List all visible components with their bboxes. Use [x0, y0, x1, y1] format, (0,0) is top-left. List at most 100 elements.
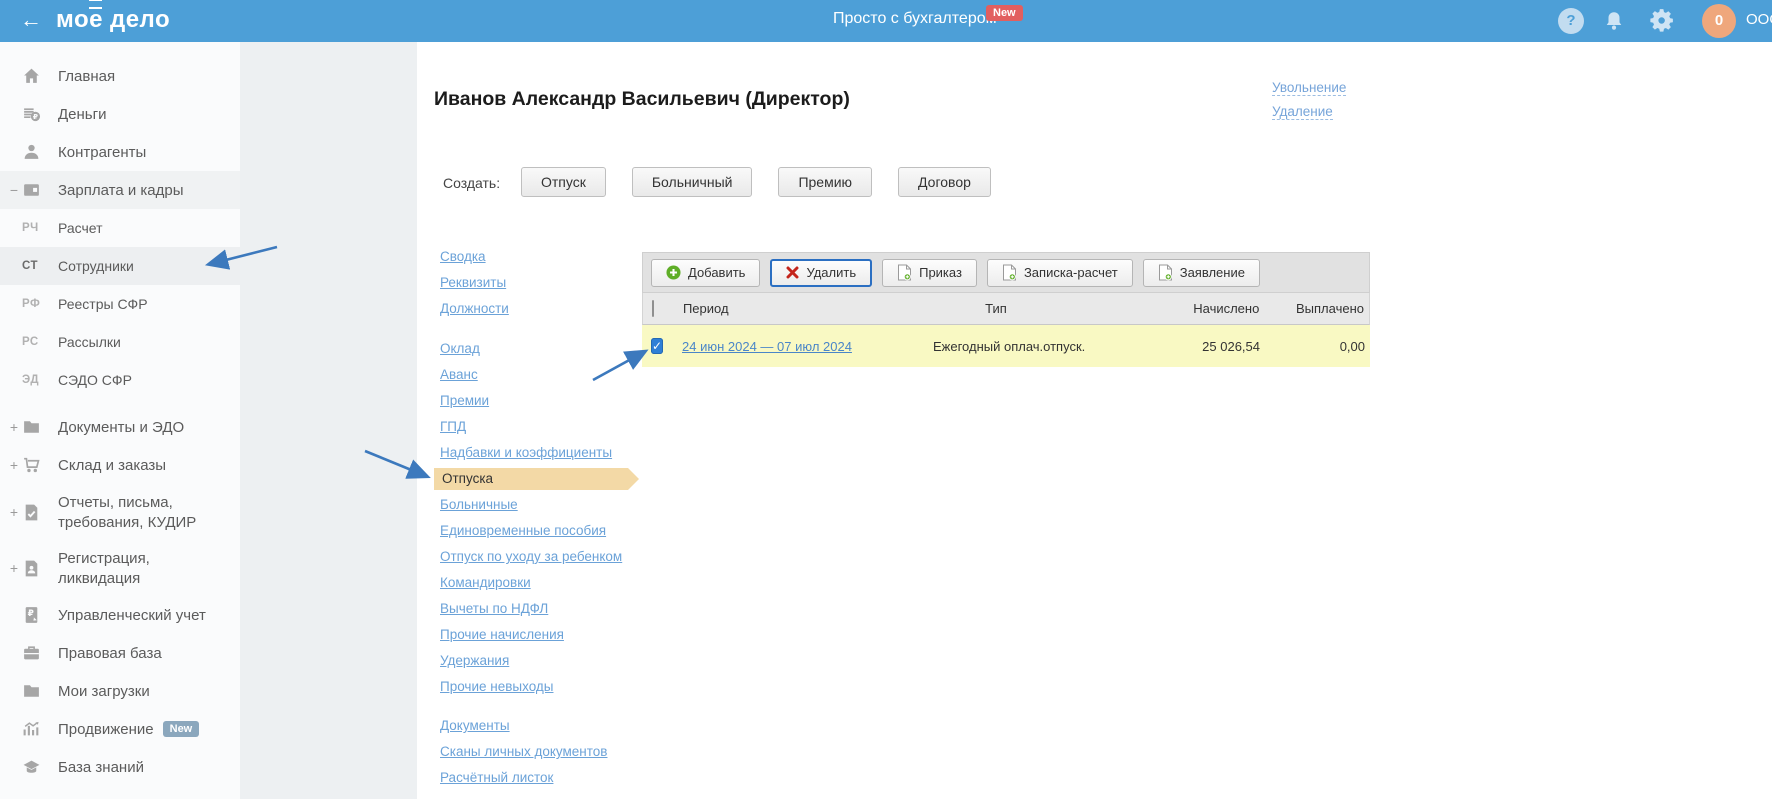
document-plus-icon	[898, 264, 912, 281]
subitem-abbr: ЭД	[22, 374, 40, 386]
sidebar-item-salary[interactable]: − Зарплата и кадры	[0, 171, 240, 209]
logo-e-bar: е	[89, 0, 103, 33]
sidebar-item-home[interactable]: Главная	[0, 57, 240, 95]
notifications-bell-icon[interactable]	[1603, 9, 1625, 38]
vacation-type-cell: Ежегодный оплач.отпуск.	[933, 338, 1086, 354]
avatar[interactable]: 0	[1702, 4, 1736, 38]
sidebar-item-label: База знаний	[58, 758, 144, 776]
create-contract-button[interactable]: Договор	[898, 167, 991, 197]
sidebar: Главная ₽ Деньги Контрагенты − Зарплата …	[0, 42, 240, 799]
subitem-label: Сотрудники	[58, 258, 134, 274]
table-row[interactable]: ✓ 24 июн 2024 — 07 июл 2024 Ежегодный оп…	[642, 325, 1370, 367]
svg-text:₽: ₽	[28, 608, 34, 618]
nav-link-withholdings[interactable]: Удержания	[440, 648, 680, 674]
sidebar-subitem-sedo[interactable]: ЭД СЭДО СФР	[0, 361, 240, 399]
sidebar-item-label: Документы и ЭДО	[58, 418, 185, 436]
dismissal-link[interactable]: Увольнение	[1272, 80, 1347, 96]
order-button[interactable]: Приказ	[882, 258, 977, 287]
row-checkbox-checked[interactable]: ✓	[651, 338, 664, 354]
sidebar-item-my-uploads[interactable]: Мои загрузки	[0, 672, 240, 710]
briefcase-icon	[22, 644, 41, 663]
sidebar-subitem-mailings[interactable]: РС Рассылки	[0, 323, 240, 361]
add-icon	[666, 265, 681, 280]
deletion-link[interactable]: Удаление	[1272, 104, 1333, 120]
delete-button[interactable]: Удалить	[770, 258, 873, 287]
nav-link-gpd[interactable]: ГПД	[440, 414, 680, 440]
employee-page-title: Иванов Александр Васильевич (Директор)	[434, 88, 850, 110]
vacations-table: Добавить Удалить Приказ Записка-расчет З…	[642, 252, 1370, 367]
select-all-checkbox[interactable]	[652, 300, 654, 317]
promo-new-badge: New	[986, 5, 1023, 21]
nav-item-vacations-active[interactable]: Отпуска	[434, 468, 639, 490]
management-ruble-icon: ₽	[22, 606, 41, 625]
sidebar-item-label: Главная	[58, 67, 116, 85]
create-bonus-button[interactable]: Премию	[778, 167, 873, 197]
nav-link-documents[interactable]: Документы	[440, 713, 680, 739]
sidebar-item-label: Контрагенты	[58, 143, 147, 161]
sidebar-item-registration[interactable]: + Регистрация, ликвидация	[0, 540, 240, 596]
nav-link-payslip[interactable]: Расчётный листок	[440, 765, 680, 791]
sidebar-item-knowledge-base[interactable]: База знаний	[0, 748, 240, 786]
help-icon[interactable]: ?	[1558, 8, 1584, 34]
folder-icon	[22, 418, 41, 437]
statement-button[interactable]: Заявление	[1142, 258, 1260, 287]
delete-x-icon	[786, 266, 799, 279]
app-logo[interactable]: мое дело	[56, 0, 171, 34]
sidebar-item-warehouse[interactable]: + Склад и заказы	[0, 446, 240, 484]
back-arrow-icon[interactable]: ←	[20, 7, 42, 33]
promo-banner[interactable]: Просто с бухгалтером New	[833, 5, 1023, 28]
nav-link-other-accruals[interactable]: Прочие начисления	[440, 622, 680, 648]
account-name[interactable]: ООО	[1746, 11, 1772, 28]
expand-plus-icon[interactable]: +	[8, 559, 20, 579]
sidebar-item-label: Склад и заказы	[58, 456, 167, 474]
nav-link-allowances[interactable]: Надбавки и коэффициенты	[440, 440, 680, 466]
expand-plus-icon[interactable]: +	[8, 419, 20, 435]
home-icon	[22, 67, 41, 86]
paid-cell: 0,00	[1339, 338, 1365, 354]
sidebar-item-management[interactable]: ₽ Управленческий учет	[0, 596, 240, 634]
accrued-cell: 25 026,54	[1202, 338, 1260, 354]
create-buttons-row: Отпуск Больничный Премию Договор	[521, 167, 991, 197]
subitem-label: Расчет	[58, 220, 103, 236]
nav-link-bonuses[interactable]: Премии	[440, 388, 680, 414]
create-label: Создать:	[443, 175, 501, 191]
nav-link-other-absences[interactable]: Прочие невыходы	[440, 674, 680, 700]
settings-gear-icon[interactable]	[1650, 8, 1675, 38]
nav-link-business-trips[interactable]: Командировки	[440, 570, 680, 596]
nav-link-sickleaves[interactable]: Больничные	[440, 492, 680, 518]
column-header-paid[interactable]: Выплачено	[1259, 301, 1369, 316]
promo-text: Просто с бухгалтером	[833, 10, 997, 27]
expand-plus-icon[interactable]: +	[8, 503, 20, 523]
sidebar-item-reports[interactable]: + Отчеты, письма, требования, КУДИР	[0, 484, 240, 540]
sidebar-item-promotion[interactable]: Продвижение New	[0, 710, 240, 748]
nav-link-lumpsum[interactable]: Единовременные пособия	[440, 518, 680, 544]
column-header-type[interactable]: Тип	[930, 301, 1142, 316]
vacation-period-link[interactable]: 24 июн 2024 — 07 июл 2024	[682, 339, 852, 354]
nav-link-childcare[interactable]: Отпуск по уходу за ребенком	[440, 544, 680, 570]
expand-plus-icon[interactable]: +	[8, 457, 20, 473]
nav-link-document-scans[interactable]: Сканы личных документов	[440, 739, 680, 765]
sidebar-item-legal-base[interactable]: Правовая база	[0, 634, 240, 672]
create-vacation-button[interactable]: Отпуск	[521, 167, 606, 197]
person-icon	[22, 143, 41, 162]
add-button[interactable]: Добавить	[651, 258, 761, 287]
create-sickleave-button[interactable]: Больничный	[631, 167, 753, 197]
note-calculation-button[interactable]: Записка-расчет	[986, 258, 1133, 287]
column-header-accrued[interactable]: Начислено	[1142, 301, 1259, 316]
sidebar-subitem-calculation[interactable]: РЧ Расчет	[0, 209, 240, 247]
secondary-panel-background	[240, 42, 417, 799]
column-header-period[interactable]: Период	[673, 301, 930, 316]
sidebar-item-money[interactable]: ₽ Деньги	[0, 95, 240, 133]
folder-icon	[22, 682, 41, 701]
logo-text: мо	[56, 6, 90, 33]
sidebar-subitem-employees[interactable]: СТ Сотрудники	[0, 247, 240, 285]
cart-icon	[22, 456, 41, 475]
sidebar-item-documents[interactable]: + Документы и ЭДО	[0, 408, 240, 446]
collapse-minus-icon[interactable]: −	[8, 182, 20, 198]
sidebar-item-label: Правовая база	[58, 644, 162, 662]
nav-link-ndfl-deductions[interactable]: Вычеты по НДФЛ	[440, 596, 680, 622]
logo-text2: дело	[109, 6, 171, 33]
sidebar-item-contractors[interactable]: Контрагенты	[0, 133, 240, 171]
sidebar-subitem-registers[interactable]: РФ Реестры СФР	[0, 285, 240, 323]
sidebar-item-label: Регистрация, ликвидация	[58, 550, 150, 587]
